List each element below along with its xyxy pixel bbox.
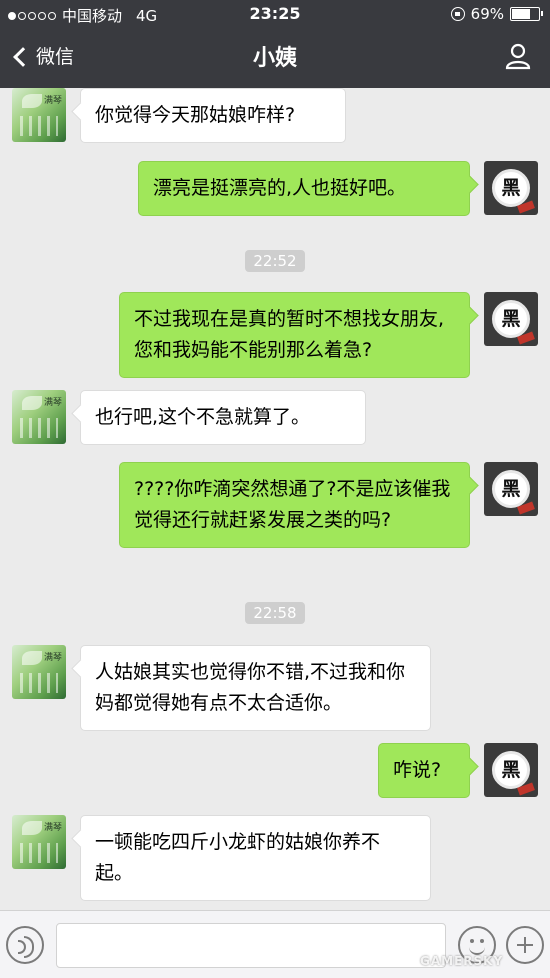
avatar-glyph: 黑 bbox=[501, 478, 521, 500]
avatar-glyph: 满琴 bbox=[43, 823, 62, 833]
battery-percent: 69% bbox=[470, 5, 504, 23]
my-avatar[interactable]: 黑 bbox=[484, 462, 538, 516]
contact-avatar[interactable]: 满琴 bbox=[12, 815, 66, 869]
avatar-glyph: 黑 bbox=[501, 308, 521, 330]
avatar-glyph: 满琴 bbox=[43, 96, 62, 106]
avatar-glyph: 满琴 bbox=[43, 398, 62, 408]
received-message[interactable]: 一顿能吃四斤小龙虾的姑娘你养不起。 bbox=[80, 815, 431, 901]
chat-timestamp: 22:58 bbox=[0, 602, 550, 624]
contact-avatar[interactable]: 满琴 bbox=[12, 390, 66, 444]
nav-bar: 微信 小姨 bbox=[0, 30, 550, 88]
chat-timestamp: 22:52 bbox=[0, 250, 550, 272]
top-header: 中国移动 4G 23:25 69% 微信 小姨 bbox=[0, 0, 550, 88]
avatar-glyph: 黑 bbox=[501, 177, 521, 199]
avatar-glyph: 黑 bbox=[501, 759, 521, 781]
my-avatar[interactable]: 黑 bbox=[484, 161, 538, 215]
status-right: 69% bbox=[450, 5, 543, 23]
received-message[interactable]: 你觉得今天那姑娘咋样? bbox=[80, 88, 346, 143]
timestamp-label: 22:58 bbox=[245, 602, 305, 624]
sent-message[interactable]: ????你咋滴突然想通了?不是应该催我觉得还行就赶紧发展之类的吗? bbox=[119, 462, 470, 548]
my-avatar[interactable]: 黑 bbox=[484, 743, 538, 797]
contact-avatar[interactable]: 满琴 bbox=[12, 88, 66, 142]
battery-icon bbox=[510, 7, 543, 21]
chat-area[interactable]: 满琴 你觉得今天那姑娘咋样? 黑漂亮是挺漂亮的,人也挺好吧。 22:52 黑不过我现在是… bbox=[0, 88, 550, 910]
chat-title: 小姨 bbox=[252, 46, 297, 71]
watermark: GAMERSKY bbox=[420, 954, 504, 968]
timestamp-label: 22:52 bbox=[245, 250, 305, 272]
avatar-glyph: 满琴 bbox=[43, 653, 62, 663]
sent-message[interactable]: 漂亮是挺漂亮的,人也挺好吧。 bbox=[138, 161, 470, 216]
voice-icon[interactable] bbox=[6, 926, 44, 964]
person-icon[interactable] bbox=[504, 42, 532, 70]
status-bar: 中国移动 4G 23:25 69% bbox=[0, 0, 550, 30]
received-message[interactable]: 也行吧,这个不急就算了。 bbox=[80, 390, 366, 445]
plus-icon[interactable] bbox=[506, 926, 544, 964]
contact-avatar[interactable]: 满琴 bbox=[12, 645, 66, 699]
rotation-lock-icon bbox=[450, 7, 465, 21]
sent-message[interactable]: 不过我现在是真的暂时不想找女朋友,您和我妈能不能别那么着急? bbox=[119, 292, 470, 378]
my-avatar[interactable]: 黑 bbox=[484, 292, 538, 346]
message-input[interactable] bbox=[56, 923, 446, 968]
received-message[interactable]: 人姑娘其实也觉得你不错,不过我和你妈都觉得她有点不太合适你。 bbox=[80, 645, 431, 731]
sent-message[interactable]: 咋说? bbox=[378, 743, 470, 798]
